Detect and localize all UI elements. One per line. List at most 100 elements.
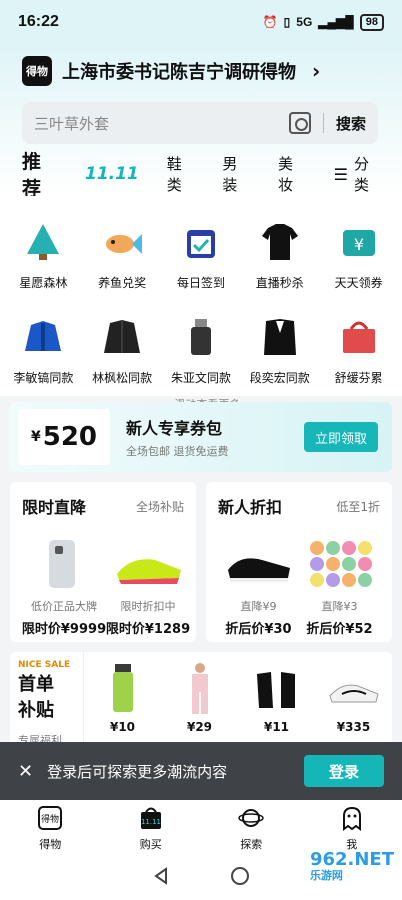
coupon-title: 新人专享券包	[126, 419, 223, 438]
product-caption: 限时折扣中	[120, 600, 176, 613]
new-user-discount-panel[interactable]: 新人折扣 低至1折 直降¥9 折后价¥30 直降¥3 折后价¥52	[206, 482, 392, 642]
grid-item-label: 林枫松同款	[92, 371, 153, 385]
subsidy-price: ¥29	[186, 720, 213, 734]
product-card[interactable]: 低价正品大牌 限时价¥9999	[22, 534, 106, 637]
product-card[interactable]: 直降¥9 折后价¥30	[218, 534, 299, 637]
grid-item-forest[interactable]: 星愿森林	[5, 196, 81, 291]
panel-items: 直降¥9 折后价¥30 直降¥3 折后价¥52	[218, 534, 380, 637]
svg-text:¥: ¥	[353, 235, 363, 254]
subsidy-header: NICE SALE 首单 补贴 专属福利	[10, 652, 84, 748]
search-bar[interactable]: 三叶草外套 搜索	[22, 102, 378, 144]
nav-buy[interactable]: 11.11 购买	[116, 804, 186, 852]
icon-row-2: 李敏镐同款 林枫松同款 朱亚文同款 段奕宏同款 舒缓芬累	[0, 291, 402, 386]
search-input[interactable]: 三叶草外套	[34, 113, 289, 134]
svg-text:11.11: 11.11	[141, 818, 161, 826]
subsidy-badge: NICE SALE	[18, 660, 71, 670]
grid-item-celebrity-4[interactable]: 段奕宏同款	[242, 291, 318, 386]
tab-shoes[interactable]: 鞋类	[167, 153, 195, 195]
grid-item-celebrity-3[interactable]: 朱亚文同款	[163, 291, 239, 386]
jacket-blue-icon	[19, 313, 67, 361]
status-icons: ⏰ ▯ 5G ▂▄▆█ 98	[262, 13, 384, 31]
home-circle-icon[interactable]	[230, 866, 250, 890]
subsidy-items: ¥10 ¥29 ¥11 ¥335	[84, 652, 392, 748]
grid-item-label: 李敏镐同款	[13, 371, 74, 385]
search-button[interactable]: 搜索	[336, 113, 366, 134]
panel-items: 低价正品大牌 限时价¥9999 限时折扣中 限时价¥1289	[22, 534, 190, 637]
subsidy-product[interactable]: ¥29	[165, 652, 235, 734]
tab-recommend[interactable]: 推荐	[22, 147, 57, 211]
alarm-icon: ⏰	[262, 15, 278, 29]
product-caption: 直降¥9	[240, 600, 277, 613]
gift-bag-icon	[335, 313, 383, 361]
close-icon[interactable]: ✕	[18, 761, 33, 782]
grid-item-label: 直播秒杀	[255, 276, 304, 290]
news-banner-text: 上海市委书记陈吉宁调研得物	[62, 62, 296, 83]
grid-item-label: 养鱼兑奖	[98, 276, 147, 290]
home-logo-icon: 得物	[36, 804, 64, 832]
product-price: 限时价¥1289	[105, 622, 191, 637]
subsidy-price: ¥335	[336, 720, 371, 734]
nav-label: 购买	[139, 838, 162, 851]
subsidy-product[interactable]: ¥11	[242, 652, 312, 734]
fish-icon	[98, 218, 146, 266]
product-card[interactable]: 直降¥3 折后价¥52	[299, 534, 380, 637]
grid-item-celebrity-2[interactable]: 林枫松同款	[84, 291, 160, 386]
login-prompt-bar: ✕ 登录后可探索更多潮流内容 登录	[0, 742, 402, 800]
subsidy-title-2: 补贴	[18, 700, 54, 721]
watermark-line1: 962.NET	[309, 849, 394, 870]
feature-icon-grid: 星愿森林 养鱼兑奖 每日签到 直播秒杀 ¥ 天天领券 李敏镐同款 林枫松同款 朱…	[0, 196, 402, 411]
battery-icon: 98	[359, 13, 384, 31]
login-button[interactable]: 登录	[304, 755, 384, 787]
coupon-subtitle: 全场包邮 退货免运费	[126, 445, 229, 458]
flash-sale-panel[interactable]: 限时直降 全场补贴 低价正品大牌 限时价¥9999 限时折扣中 限时价¥1289	[10, 482, 196, 642]
menu-icon: ☰	[333, 164, 348, 184]
grid-item-checkin[interactable]: 每日签到	[163, 196, 239, 291]
panel-subtitle: 全场补贴	[135, 499, 184, 514]
shopping-bag-icon: 11.11	[137, 804, 165, 832]
panel-header: 新人折扣 低至1折	[218, 494, 380, 518]
new-user-coupon-banner[interactable]: ¥ 520 新人专享券包 全场包邮 退货免运费 立即领取	[10, 402, 392, 472]
currency-symbol: ¥	[30, 429, 41, 445]
nav-label: 探索	[240, 838, 263, 851]
tab-category[interactable]: ☰ 分类	[334, 153, 402, 195]
grid-item-gift[interactable]: 舒缓芬累	[321, 291, 397, 386]
coupon-info: 新人专享券包 全场包邮 退货免运费	[126, 415, 304, 459]
claim-coupon-button[interactable]: 立即领取	[304, 422, 378, 452]
subsidy-title-1: 首单	[18, 674, 54, 695]
tab-1111[interactable]: 11.11	[85, 164, 139, 184]
chevron-right-icon: ›	[312, 59, 321, 83]
grid-item-celebrity-1[interactable]: 李敏镐同款	[5, 291, 81, 386]
nav-home[interactable]: 得物 得物	[15, 804, 85, 852]
first-order-subsidy[interactable]: NICE SALE 首单 补贴 专属福利 ¥10 ¥29 ¥11 ¥335	[10, 652, 392, 748]
product-price: 折后价¥52	[306, 622, 373, 637]
grid-item-fish[interactable]: 养鱼兑奖	[84, 196, 160, 291]
back-icon[interactable]	[152, 867, 170, 889]
macaron-icon	[303, 534, 377, 592]
tab-category-label: 分类	[354, 155, 370, 194]
nav-label: 得物	[39, 838, 62, 851]
product-caption: 直降¥3	[321, 600, 358, 613]
grid-item-live[interactable]: 直播秒杀	[242, 196, 318, 291]
tab-menswear[interactable]: 男装	[222, 153, 250, 195]
product-card[interactable]: 限时折扣中 限时价¥1289	[106, 534, 190, 637]
product-caption: 低价正品大牌	[31, 600, 97, 613]
category-tabs: 推荐 11.11 鞋类 男装 美妆 ☰ 分类	[0, 151, 402, 211]
bottom-nav: 得物 得物 11.11 购买 探索 我	[0, 800, 402, 856]
grid-item-label: 天天领券	[334, 276, 383, 290]
subsidy-product[interactable]: ¥10	[88, 652, 158, 734]
tab-beauty[interactable]: 美妆	[278, 153, 306, 195]
camera-search-icon[interactable]	[288, 112, 311, 134]
nav-explore[interactable]: 探索	[216, 804, 286, 852]
nav-me[interactable]: 我	[317, 804, 387, 852]
grid-item-label: 舒缓芬累	[334, 371, 383, 385]
phone-icon	[27, 534, 101, 592]
coupon-amount: 520	[42, 422, 98, 452]
tshirt-icon	[256, 218, 304, 266]
subsidy-price: ¥11	[263, 720, 290, 734]
news-banner[interactable]: 得物 上海市委书记陈吉宁调研得物 ›	[22, 56, 320, 86]
grid-item-coupon[interactable]: ¥ 天天领券	[321, 196, 397, 291]
product-price: 限时价¥9999	[21, 622, 107, 637]
site-watermark: 962.NET 乐游网	[309, 849, 394, 884]
dewu-logo-icon: 得物	[22, 56, 52, 86]
subsidy-product[interactable]: ¥335	[319, 652, 389, 734]
